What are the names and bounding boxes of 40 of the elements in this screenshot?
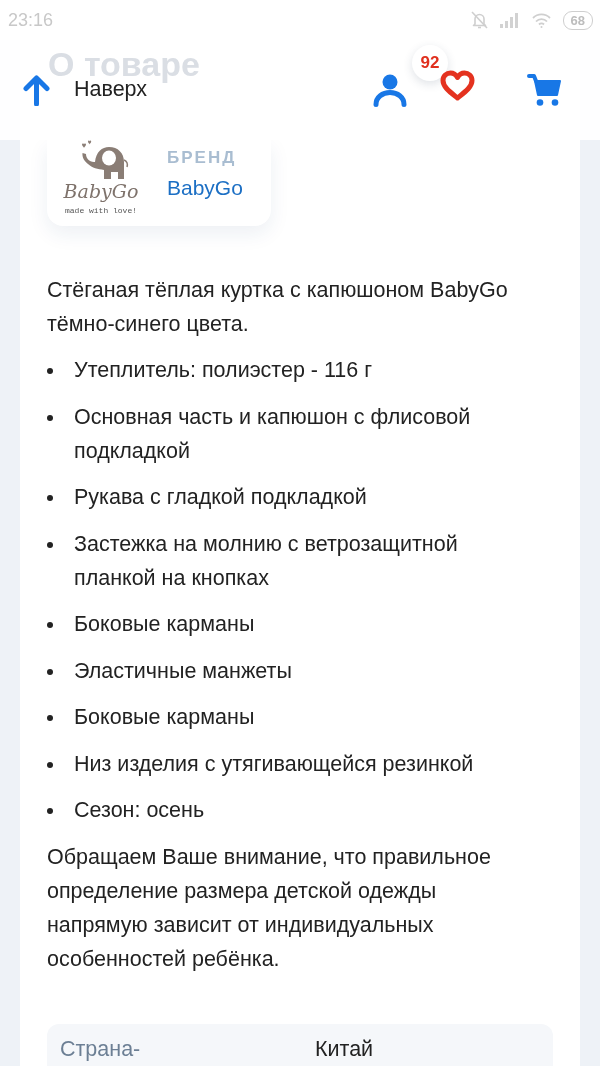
muted-bell-icon — [470, 11, 488, 29]
bullet-icon — [47, 368, 53, 374]
brand-name: BabyGo — [167, 175, 243, 201]
logo-tagline: made with love! — [65, 207, 137, 215]
bullet-icon — [47, 668, 53, 675]
battery-level: 68 — [562, 10, 593, 30]
cart-icon — [527, 73, 562, 107]
bullet-icon — [47, 715, 53, 721]
bullet-icon — [47, 495, 53, 501]
bullet-icon — [47, 808, 53, 814]
brand-card[interactable]: BabyGo made with love! БРЕНД BabyGo — [47, 140, 271, 226]
size-note: Обращаем Ваше внимание, что правильное определение размера детской одежды напрямую зависит от индивидуальных особенностей ребёнка. — [47, 843, 492, 973]
feature-text: Утеплитель: полиэстер - 116 г — [74, 357, 373, 384]
brand-label: БРЕНД — [167, 148, 238, 169]
signal-icon — [499, 12, 520, 28]
bullet-icon — [47, 622, 53, 628]
favorites-count-badge: 92 — [412, 44, 448, 81]
spec-value: Китай — [315, 1036, 374, 1062]
feature-text: Боковые карманы — [74, 704, 255, 731]
profile-button[interactable] — [373, 73, 407, 107]
favorites-button[interactable] — [440, 69, 475, 101]
feature-text: Застежка на молнию с ветрозащитной планкой на кнопках — [74, 530, 459, 592]
user-icon — [373, 73, 407, 107]
up-arrow-icon — [23, 74, 50, 106]
heart-icon — [440, 69, 475, 101]
bullet-icon — [47, 414, 53, 421]
feature-text: Низ изделия с утягивающейся резинкой — [74, 750, 474, 778]
feature-text: Боковые карманы — [74, 611, 255, 638]
bullet-icon — [47, 541, 53, 548]
feature-text: Эластичные манжеты — [74, 657, 292, 685]
bullet-icon — [47, 761, 53, 768]
back-to-top-button[interactable]: Наверх — [23, 74, 148, 106]
spec-label: Страна- — [60, 1036, 142, 1062]
cart-button[interactable] — [527, 73, 562, 107]
feature-text: Рукава с гладкой подкладкой — [74, 484, 367, 511]
feature-text: Сезон: осень — [74, 797, 205, 824]
wifi-icon — [531, 12, 551, 28]
logo-wordmark: BabyGo — [63, 182, 139, 201]
feature-text: Основная часть и капюшон с флисовой подкладкой — [74, 403, 472, 465]
product-description: Стёганая тёплая куртка с капюшоном BabyGo тёмно-синего цвета. — [47, 277, 509, 338]
